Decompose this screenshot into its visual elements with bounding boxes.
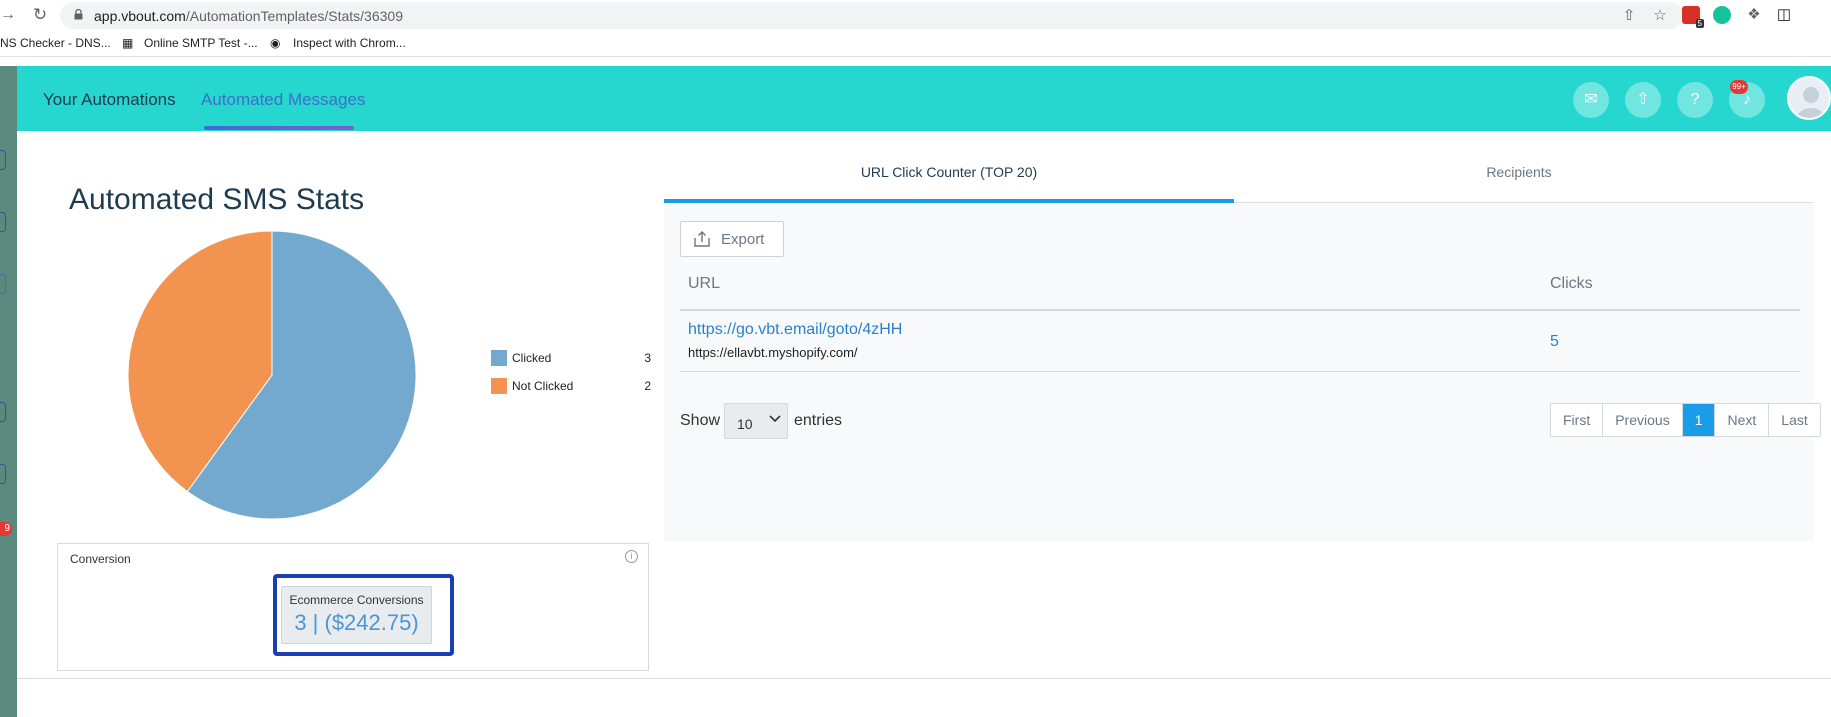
- legend-swatch: [491, 378, 507, 394]
- conversion-label: Ecommerce Conversions: [289, 593, 424, 607]
- conversion-panel: Conversion i Ecommerce Conversions 3 | (…: [57, 543, 649, 671]
- page-title: Automated SMS Stats: [69, 183, 365, 216]
- avatar-silhouette-icon: [1795, 87, 1827, 118]
- show-label: Show: [680, 412, 721, 429]
- bookmark-item[interactable]: Online SMTP Test -...: [144, 36, 258, 50]
- url-path: /AutomationTemplates/Stats/36309: [185, 8, 403, 24]
- pagination-previous[interactable]: Previous: [1603, 404, 1683, 436]
- url-host: app.vbout.com: [94, 8, 186, 24]
- footer-divider: [17, 678, 1831, 679]
- legend-swatch: [491, 350, 507, 366]
- legend-item: Clicked 3: [491, 350, 651, 378]
- forward-arrow-icon[interactable]: →: [0, 6, 16, 24]
- extension-red-icon[interactable]: 5: [1682, 6, 1704, 28]
- table-row-clicks[interactable]: 5: [1550, 333, 1559, 351]
- share-icon[interactable]: ⇧: [1619, 6, 1639, 26]
- sidebar-badge: 9: [0, 522, 12, 536]
- avatar[interactable]: [1787, 76, 1831, 120]
- left-sidebar: 9: [0, 66, 17, 717]
- table-row-url-link[interactable]: https://go.vbt.email/goto/4zHH: [688, 321, 902, 339]
- page-size-select[interactable]: 10: [724, 403, 788, 439]
- export-button[interactable]: Export: [680, 221, 784, 257]
- browser-toolbar: → ↻ app.vbout.com/AutomationTemplates/St…: [0, 0, 1831, 30]
- chevron-down-icon: [769, 415, 781, 423]
- sidebar-icon[interactable]: [0, 274, 6, 294]
- column-header-clicks[interactable]: Clicks: [1550, 259, 1593, 309]
- legend-item: Not Clicked 2: [491, 378, 651, 406]
- row-divider: [680, 371, 1800, 372]
- export-label: Export: [721, 231, 765, 248]
- extensions-puzzle-icon[interactable]: ❖: [1744, 5, 1764, 25]
- conversion-highlight: Ecommerce Conversions 3 | ($242.75): [273, 574, 454, 656]
- notifications-badge: 99+: [1730, 80, 1748, 94]
- sidebar-icon[interactable]: [0, 212, 6, 232]
- bookmarks-bar: NS Checker - DNS... ▦ Online SMTP Test -…: [0, 30, 1831, 57]
- panel-tabs: URL Click Counter (TOP 20) Recipients: [664, 141, 1814, 203]
- tab-automated-messages[interactable]: Automated Messages: [201, 90, 365, 110]
- tab-your-automations[interactable]: Your Automations: [43, 90, 176, 110]
- export-icon: [694, 231, 710, 247]
- legend-value: 3: [644, 351, 651, 365]
- url-click-panel: URL Click Counter (TOP 20) Recipients Ex…: [664, 141, 1821, 541]
- extension-badge: 5: [1695, 19, 1704, 28]
- bookmark-star-icon[interactable]: ☆: [1650, 6, 1670, 26]
- grammarly-icon[interactable]: [1713, 6, 1731, 24]
- sidebar-icon[interactable]: [0, 464, 6, 484]
- reload-icon[interactable]: ↻: [30, 5, 50, 25]
- apps-grid-icon: ▦: [122, 36, 134, 50]
- lock-icon: [74, 9, 83, 20]
- column-header-url[interactable]: URL: [688, 259, 720, 309]
- pagination-next[interactable]: Next: [1715, 404, 1770, 436]
- conversion-value: 3 | ($242.75): [294, 610, 419, 635]
- help-icon[interactable]: ?: [1677, 82, 1713, 118]
- info-icon[interactable]: i: [625, 550, 638, 563]
- header-divider: [680, 309, 1800, 311]
- active-tab-indicator: [204, 126, 354, 130]
- tab-url-click-counter[interactable]: URL Click Counter (TOP 20): [664, 141, 1234, 203]
- upload-icon[interactable]: ⇧: [1625, 82, 1661, 118]
- pagination: First Previous 1 Next Last: [1550, 403, 1821, 437]
- entries-label: entries: [794, 412, 843, 429]
- bookmark-item[interactable]: NS Checker - DNS...: [0, 36, 111, 50]
- active-tab-indicator: [664, 199, 1234, 203]
- conversion-title: Conversion: [70, 552, 131, 566]
- main-content: Automated SMS Stats Clicked 3 Not Clicke…: [17, 131, 1831, 678]
- chart-legend: Clicked 3 Not Clicked 2: [491, 350, 651, 406]
- app-header: Your Automations Automated Messages ✉ ⇧ …: [17, 66, 1831, 131]
- page-size-value: 10: [737, 416, 753, 432]
- tab-recipients[interactable]: Recipients: [1234, 141, 1804, 203]
- table-row-destination: https://ellavbt.myshopify.com/: [688, 345, 858, 360]
- pie-chart: [127, 230, 417, 520]
- legend-value: 2: [644, 379, 651, 393]
- chat-icon[interactable]: ✉: [1573, 82, 1609, 118]
- url-text: app.vbout.com/AutomationTemplates/Stats/…: [94, 8, 403, 24]
- ecommerce-conversions-card: Ecommerce Conversions 3 | ($242.75): [281, 586, 432, 644]
- side-panel-icon[interactable]: ◫: [1774, 5, 1794, 25]
- sidebar-icon[interactable]: [0, 150, 6, 170]
- legend-label: Not Clicked: [512, 379, 574, 393]
- globe-icon: ◉: [270, 36, 281, 50]
- address-bar[interactable]: app.vbout.com/AutomationTemplates/Stats/…: [60, 2, 1683, 29]
- pagination-first[interactable]: First: [1551, 404, 1604, 436]
- pagination-last[interactable]: Last: [1769, 404, 1819, 436]
- pagination-page-1[interactable]: 1: [1682, 404, 1716, 436]
- sidebar-icon[interactable]: [0, 402, 6, 422]
- bookmark-item[interactable]: Inspect with Chrom...: [293, 36, 406, 50]
- legend-label: Clicked: [512, 351, 552, 365]
